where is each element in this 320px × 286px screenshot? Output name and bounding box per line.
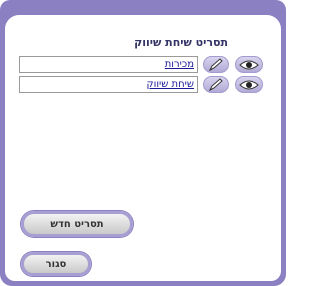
dialog-panel <box>5 15 281 281</box>
script-name-link[interactable]: שיחת שיווק <box>19 76 198 93</box>
pencil-icon <box>208 77 223 91</box>
script-row: מכירות <box>19 56 264 75</box>
dialog-title: תסריט שיחת שיווק <box>134 36 228 49</box>
script-row: שיחת שיווק <box>19 76 264 95</box>
eye-icon <box>239 80 259 89</box>
edit-script-button[interactable] <box>203 56 229 73</box>
new-script-button[interactable]: תסריט חדש <box>21 211 133 237</box>
script-name-link[interactable]: מכירות <box>19 56 198 73</box>
edit-script-button[interactable] <box>203 76 229 93</box>
close-button[interactable]: סגור <box>21 252 91 276</box>
view-script-button[interactable] <box>235 56 263 73</box>
eye-icon <box>239 60 259 69</box>
view-script-button[interactable] <box>235 76 263 93</box>
pencil-icon <box>208 57 223 71</box>
